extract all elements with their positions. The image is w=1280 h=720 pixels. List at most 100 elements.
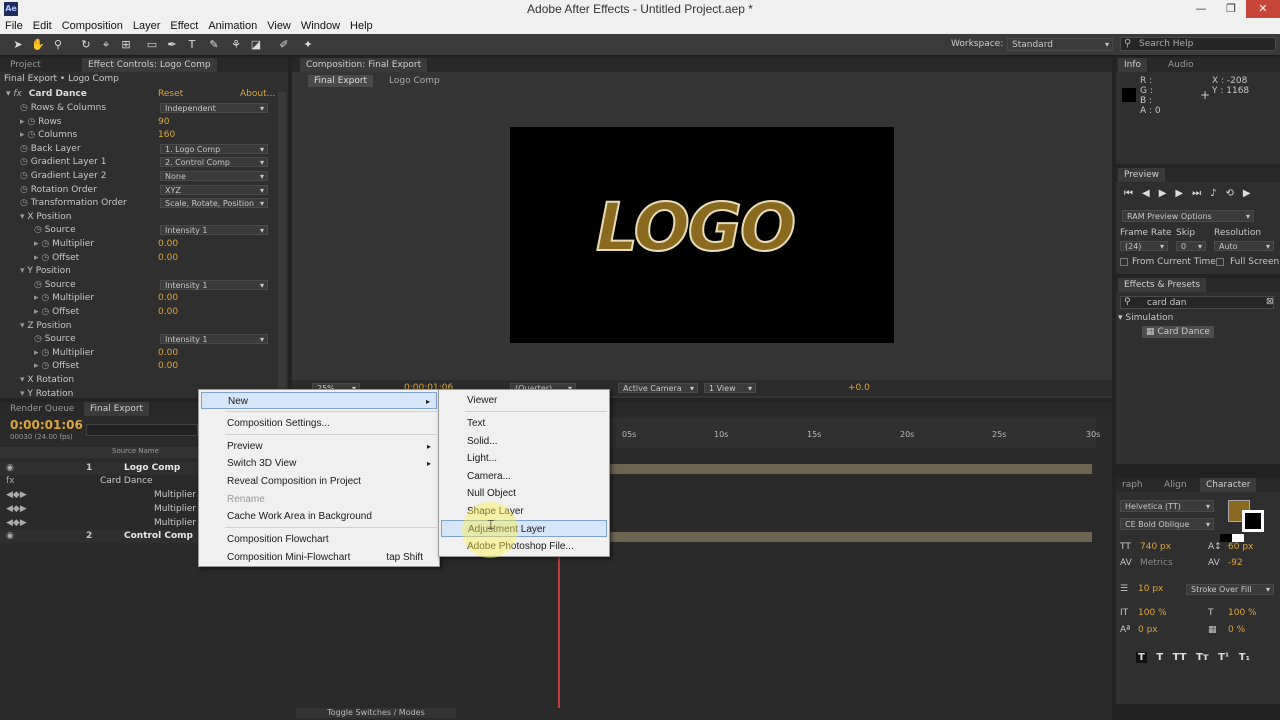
ram-preview-icon[interactable]: ▶ [1243,188,1260,199]
scrollbar[interactable] [278,92,286,392]
stopwatch-icon[interactable]: ▸ ◷ [34,293,52,303]
property-dropdown[interactable]: 2. Control Comp [160,157,268,168]
leading-value[interactable]: 60 px [1228,542,1253,552]
maximize-button[interactable]: ❐ [1216,0,1246,18]
from-current-checkbox[interactable] [1120,258,1128,266]
stopwatch-icon[interactable]: ▸ ◷ [34,239,52,249]
tree-category[interactable]: ▾ Simulation [1118,313,1173,323]
frame-rate-dropdown[interactable]: (24) [1120,241,1168,252]
last-frame-icon[interactable]: ⏭ [1192,188,1210,199]
horizontal-scale-value[interactable]: 100 % [1228,608,1257,618]
pen-tool-icon[interactable]: ✒ [164,37,180,53]
loop-icon[interactable]: ⟲ [1226,188,1243,199]
property-value[interactable]: 0.00 [158,347,178,360]
selection-tool-icon[interactable]: ➤ [10,37,26,53]
stopwatch-icon[interactable]: ▸ ◷ [34,361,52,371]
stopwatch-icon[interactable]: ▸ ◷ [34,253,52,263]
property-value[interactable]: 0.00 [158,252,178,265]
tab-composition[interactable]: Composition: Final Export [300,58,428,72]
menu-layer[interactable]: Layer [128,20,166,33]
submenu-item[interactable]: Solid... [441,433,607,450]
submenu-item[interactable]: Null Object [441,485,607,502]
first-frame-icon[interactable]: ⏮ [1124,188,1142,199]
clone-stamp-tool-icon[interactable]: ⚘ [228,37,244,53]
effect-property-row[interactable]: ◷ Gradient Layer 1 2. Control Comp [0,156,276,169]
keyframe-nav-icon[interactable]: ◀◆▶ [6,503,27,516]
prev-frame-icon[interactable]: ◀ [1142,188,1159,199]
effect-property-row[interactable]: ◷ Source Intensity 1 [0,333,276,346]
menu-view[interactable]: View [262,20,296,33]
fx-icon[interactable]: ▾ fx [6,89,22,99]
superscript-button[interactable]: T¹ [1218,652,1229,663]
workspace-dropdown[interactable]: Standard [1007,38,1113,51]
effect-property-row[interactable]: ▸ ◷ Offset 0.00 [0,252,276,265]
effect-property-row[interactable]: ◷ Transformation Order Scale, Rotate, Pos… [0,197,276,210]
minimize-button[interactable]: — [1186,0,1216,18]
effect-property-row[interactable]: ◷ Gradient Layer 2 None [0,170,276,183]
stopwatch-icon[interactable]: ◷ [20,171,31,181]
faux-bold-button[interactable]: T [1136,652,1147,663]
clear-search-icon[interactable]: ⊠ [1266,297,1274,307]
keyframe-nav-icon[interactable]: ◀◆▶ [6,517,27,530]
menu-effect[interactable]: Effect [165,20,203,33]
stroke-color-swatch[interactable] [1242,510,1264,532]
black-swatch[interactable] [1220,534,1232,542]
menu-edit[interactable]: Edit [28,20,57,33]
property-value[interactable]: 0.00 [158,306,178,319]
effect-item-card-dance[interactable]: ▦ Card Dance [1142,326,1214,338]
hand-tool-icon[interactable]: ✋ [30,37,46,53]
search-help-input[interactable]: Search Help [1120,37,1276,51]
timeline-timecode[interactable]: 0:00:01:06 [10,418,83,432]
visibility-eye-icon[interactable]: ◉ [6,462,14,475]
submenu-item[interactable]: Viewer [441,392,607,409]
play-icon[interactable]: ▶ [1159,188,1176,199]
stopwatch-icon[interactable]: ◷ [20,103,31,113]
menu-file[interactable]: File [0,20,28,33]
effect-property-row[interactable]: ◷ Back Layer 1. Logo Comp [0,143,276,156]
kerning-value[interactable]: Metrics [1140,558,1173,568]
property-value[interactable]: 160 [158,129,175,142]
property-dropdown[interactable]: None [160,171,268,182]
effect-property-row[interactable]: ▾ X Position [0,211,276,224]
exposure-value[interactable]: +0.0 [848,383,870,393]
crumb-final-export[interactable]: Final Export [308,75,374,87]
tab-final-export[interactable]: Final Export [84,402,150,416]
resolution-dropdown-preview[interactable]: Auto [1214,241,1274,252]
tab-effect-controls[interactable]: Effect Controls: Logo Comp [82,58,217,72]
context-menu-item[interactable]: Composition Flowchart [201,531,437,548]
rectangle-tool-icon[interactable]: ▭ [144,37,160,53]
pan-behind-tool-icon[interactable]: ⊞ [118,37,134,53]
about-link[interactable]: About... [240,88,275,101]
property-dropdown[interactable]: XYZ [160,184,268,196]
property-dropdown[interactable]: Independent [160,103,268,114]
all-caps-button[interactable]: TT [1173,652,1187,663]
stopwatch-icon[interactable]: ◷ [20,144,31,154]
small-caps-button[interactable]: Tᴛ [1196,652,1209,663]
effect-property-row[interactable]: ▸ ◷ Columns 160 [0,129,276,142]
puppet-pin-tool-icon[interactable]: ✦ [300,37,316,53]
timeline-search-input[interactable] [86,424,198,436]
effect-property-row[interactable]: ◷ Rotation Order XYZ [0,184,276,197]
tab-effects-presets[interactable]: Effects & Presets [1118,278,1207,292]
tab-info[interactable]: Info [1118,58,1148,72]
effect-property-row[interactable]: ◷ Rows & Columns Independent [0,102,276,115]
close-button[interactable]: ✕ [1246,0,1280,18]
stroke-width-value[interactable]: 10 px [1138,584,1163,594]
rotate-tool-icon[interactable]: ↻ [78,37,94,53]
stopwatch-icon[interactable]: ▸ ◷ [20,130,38,140]
context-menu-item[interactable]: Composition Mini-Flowchart tap Shift [201,549,437,566]
font-family-dropdown[interactable]: Helvetica (TT) [1120,500,1214,512]
tracking-value[interactable]: -92 [1228,558,1243,568]
effect-property-row[interactable]: ▸ ◷ Multiplier 0.00 [0,292,276,305]
effect-property-row[interactable]: ▾ Y Position [0,265,276,278]
view-layout-dropdown[interactable]: 1 View [704,383,756,394]
effect-property-row[interactable]: ▸ ◷ Offset 0.00 [0,306,276,319]
mute-icon[interactable]: ♪ [1210,188,1225,199]
visibility-eye-icon[interactable]: ◉ [6,530,14,543]
property-value[interactable]: 0.00 [158,292,178,305]
context-menu-item[interactable]: Composition Settings... [201,415,437,432]
effect-property-row[interactable]: ▾ Z Position [0,320,276,333]
brush-tool-icon[interactable]: ✎ [206,37,222,53]
effect-property-row[interactable]: ▸ ◷ Multiplier 0.00 [0,238,276,251]
stopwatch-icon[interactable]: ◷ [20,157,31,167]
